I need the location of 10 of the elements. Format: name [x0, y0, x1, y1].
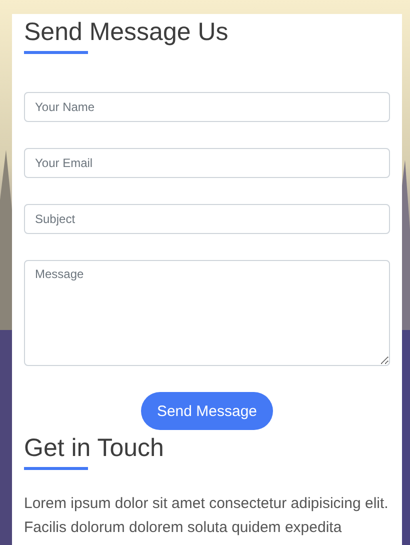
send-button[interactable]: Send Message	[140, 392, 274, 430]
title-underline	[24, 467, 88, 470]
message-textarea[interactable]: Message	[24, 260, 390, 366]
paragraph: Lorem ipsum dolor sit amet consectetur adipisicing elit. Facilis dolorum dolorem soluta quidem expedita	[24, 494, 390, 538]
title-underline	[24, 51, 88, 54]
text-input[interactable]: Your Name	[24, 92, 390, 122]
section-title: Send Message Us	[24, 18, 230, 46]
text-input[interactable]: Your Email	[24, 148, 390, 178]
section-title: Get in Touch	[24, 434, 165, 462]
text-input[interactable]: Subject	[24, 204, 390, 234]
